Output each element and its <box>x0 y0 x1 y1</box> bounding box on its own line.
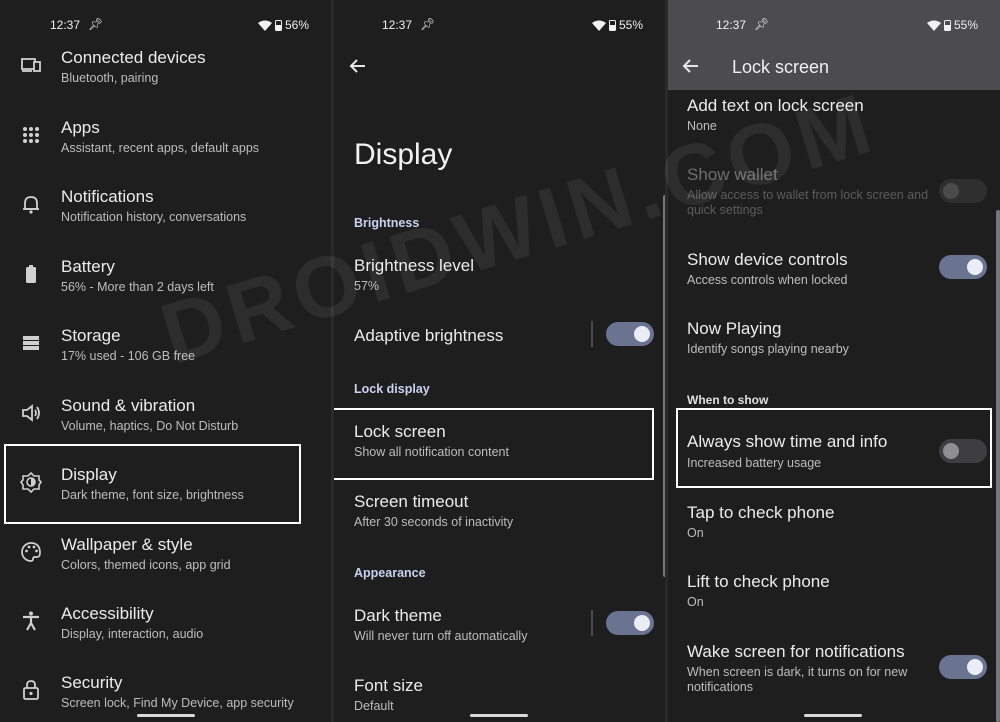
setting-show-wallet: Show wallet Allow access to wallet from … <box>668 161 1000 221</box>
battery-status-icon <box>608 19 616 31</box>
setting-tap-to-check-phone[interactable]: Tap to check phone On <box>668 499 1000 557</box>
status-time: 12:37 <box>50 18 81 32</box>
scrollbar[interactable] <box>996 210 1000 722</box>
battery-status-icon <box>943 19 951 31</box>
page-title: Display <box>354 138 453 171</box>
battery-status-icon <box>274 19 282 31</box>
status-bar: 12:37 📌︎ 56% <box>0 17 331 36</box>
settings-item-wallpaper-style[interactable]: Wallpaper & style Colors, themed icons, … <box>0 531 331 589</box>
settings-item-battery[interactable]: Battery 56% - More than 2 days left <box>0 253 331 311</box>
status-bar: 12:37 📌︎ 55% <box>334 17 665 36</box>
setting-add-text-lock-screen[interactable]: Add text on lock screen None <box>668 92 1000 150</box>
setting-screen-timeout[interactable]: Screen timeout After 30 seconds of inact… <box>334 488 665 546</box>
back-arrow-icon[interactable] <box>348 56 368 76</box>
setting-brightness-level[interactable]: Brightness level 57% <box>334 252 665 310</box>
settings-item-apps[interactable]: Apps Assistant, recent apps, default app… <box>0 114 331 172</box>
storage-icon <box>23 336 39 350</box>
divider <box>591 610 593 636</box>
apps-grid-icon <box>23 127 39 143</box>
pin-icon: 📌︎ <box>754 17 770 31</box>
highlight-box-always-show <box>676 408 992 488</box>
settings-item-connected-devices[interactable]: Connected devices Bluetooth, pairing <box>0 44 331 102</box>
battery-percent: 56% <box>284 18 309 32</box>
settings-item-storage[interactable]: Storage 17% used - 106 GB free <box>0 322 331 380</box>
status-bar: 12:37 📌︎ 55% <box>668 17 1000 36</box>
bell-icon <box>23 196 39 214</box>
status-time: 12:37 <box>382 18 413 32</box>
section-header-brightness: Brightness <box>354 216 420 230</box>
palette-icon <box>21 542 41 562</box>
devices-icon <box>21 58 41 72</box>
wifi-icon <box>257 20 272 31</box>
divider <box>591 321 593 347</box>
gesture-nav-bar[interactable] <box>137 714 195 717</box>
gesture-nav-bar[interactable] <box>804 714 862 717</box>
gesture-nav-bar[interactable] <box>470 714 528 717</box>
app-bar <box>668 0 1000 90</box>
settings-item-sound-vibration[interactable]: Sound & vibration Volume, haptics, Do No… <box>0 392 331 450</box>
show-wallet-toggle <box>939 179 987 203</box>
setting-show-device-controls[interactable]: Show device controls Access controls whe… <box>668 246 1000 304</box>
pin-icon: 📌︎ <box>420 17 436 31</box>
battery-percent: 55% <box>618 18 643 32</box>
wifi-icon <box>926 20 941 31</box>
section-header-lock-display: Lock display <box>354 382 430 396</box>
battery-percent: 55% <box>953 18 978 32</box>
setting-dark-theme[interactable]: Dark theme Will never turn off automatic… <box>334 602 665 660</box>
wifi-icon <box>591 20 606 31</box>
back-arrow-icon[interactable] <box>681 56 701 76</box>
device-controls-toggle[interactable] <box>939 255 987 279</box>
setting-wake-screen-notifications[interactable]: Wake screen for notifications When scree… <box>668 638 1000 700</box>
wake-screen-toggle[interactable] <box>939 655 987 679</box>
adaptive-brightness-toggle[interactable] <box>606 322 654 346</box>
section-header-appearance: Appearance <box>354 566 426 580</box>
settings-panel: 12:37 📌︎ 56% Connected devices Bluetooth… <box>0 0 331 722</box>
setting-now-playing[interactable]: Now Playing Identify songs playing nearb… <box>668 315 1000 373</box>
display-panel: 12:37 📌︎ 55% Display Brightness Brightne… <box>334 0 665 722</box>
accessibility-icon <box>23 611 39 631</box>
highlight-box-display <box>4 444 301 524</box>
battery-icon <box>26 265 36 283</box>
settings-item-accessibility[interactable]: Accessibility Display, interaction, audi… <box>0 600 331 658</box>
status-time: 12:37 <box>716 18 747 32</box>
speaker-icon <box>22 404 40 422</box>
highlight-box-lock-screen <box>334 408 654 480</box>
section-header-when-to-show: When to show <box>687 393 769 407</box>
settings-item-notifications[interactable]: Notifications Notification history, conv… <box>0 183 331 241</box>
lock-screen-panel: 12:37 📌︎ 55% Lock screen Add text on loc… <box>668 0 1000 722</box>
setting-lift-to-check-phone[interactable]: Lift to check phone On <box>668 568 1000 626</box>
lock-icon <box>23 680 39 700</box>
setting-adaptive-brightness[interactable]: Adaptive brightness <box>334 318 665 358</box>
pin-icon: 📌︎ <box>88 17 104 31</box>
dark-theme-toggle[interactable] <box>606 611 654 635</box>
app-bar-title: Lock screen <box>732 57 830 77</box>
